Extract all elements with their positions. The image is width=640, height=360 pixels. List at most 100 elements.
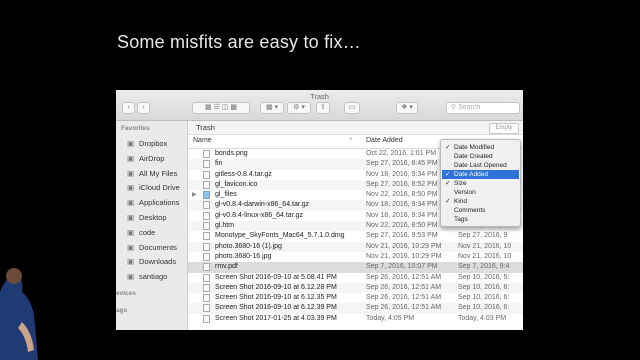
document-icon	[203, 263, 210, 272]
menu-item-label: Version	[454, 189, 476, 196]
file-date: Sep 7, 2016, 10:07 PM	[366, 263, 438, 271]
airdrop-icon: ▣	[126, 153, 135, 163]
column-header-date-added[interactable]: Date Added	[366, 137, 403, 144]
file-date: Nov 22, 2016, 8:50 PM	[366, 222, 438, 230]
file-date: Sep 10, 2016, 6:	[458, 283, 510, 291]
sidebar-item-label: All My Files	[139, 168, 178, 178]
menu-item-tags[interactable]: Tags	[442, 215, 519, 224]
menu-item-size[interactable]: ✓ Size	[442, 179, 519, 188]
sidebar-item-dropbox[interactable]: ▣ Dropbox	[126, 137, 167, 151]
menu-item-label: Kind	[454, 198, 468, 205]
file-date: Today, 4:05 PM	[366, 314, 415, 322]
file-row[interactable]: rmv.pdf Sep 7, 2016, 10:07 PM Sep 7, 2016,…	[188, 262, 523, 273]
sidebar-tags-heading: ags	[116, 307, 128, 314]
file-name: gl-v0.8.4-linux-x86_64.tar.gz	[215, 211, 303, 219]
sidebar-item-label: code	[139, 227, 156, 237]
empty-trash-button[interactable]: Empty	[489, 123, 519, 134]
downloads-icon: ▣	[126, 257, 135, 267]
sidebar-item-documents[interactable]: ▣ Documents	[126, 241, 177, 255]
dropbox-icon: ❖ ▾	[401, 104, 413, 111]
tags-button[interactable]: ▭	[344, 102, 360, 114]
sidebar-item-airdrop[interactable]: ▣ AirDrop	[126, 152, 164, 166]
checkmark-icon: ✓	[445, 144, 451, 151]
grid-icon: ▦ ▾	[265, 104, 279, 111]
menu-item-date-created[interactable]: Date Created	[442, 152, 519, 161]
sidebar-item-label: Dropbox	[139, 139, 168, 148]
disclosure-triangle-icon[interactable]: ▶	[192, 190, 197, 200]
menu-item-label: Date Last Opened	[454, 162, 507, 169]
sort-chevron-icon: ⌃	[348, 138, 354, 145]
sidebar-item-label: Desktop	[139, 213, 167, 222]
checkmark-icon: ✓	[445, 171, 451, 178]
document-icon	[203, 201, 210, 210]
file-name: gl.htm	[215, 222, 235, 230]
file-name: gl-v0.8.4-darwin-x86_64.tar.gz	[215, 201, 310, 209]
folder-icon: ▣	[126, 227, 135, 237]
menu-item-date-last-opened[interactable]: Date Last Opened	[442, 161, 519, 170]
file-name: bonds.png	[215, 150, 248, 157]
menu-item-label: Date Created	[454, 153, 493, 160]
file-name: Monotype_SkyFonts_Mac64_5.7.1.0.dmg	[215, 232, 345, 240]
file-row[interactable]: photo.3680-16.jpg Nov 21, 2016, 10:29 PM N…	[188, 252, 523, 262]
file-name: Screen Shot 2016-09-10 at 6.12.39 PM	[215, 304, 337, 312]
menu-item-label: Comments	[454, 207, 486, 214]
file-name: Screen Shot 2016-09-10 at 5.08.41 PM	[215, 273, 337, 281]
sidebar-item-santiago[interactable]: ▣ santiago	[126, 270, 167, 284]
search-input[interactable]: ⚲ Search	[446, 102, 520, 114]
file-row[interactable]: Screen Shot 2016-09-10 at 6.12.28 PM Sep …	[188, 282, 523, 294]
view-mode-selector[interactable]: ▦ ☰ ◫ ▩	[192, 102, 250, 114]
action-button[interactable]: ⚙ ▾	[287, 102, 311, 114]
file-date: Sep 27, 2016, 9	[458, 232, 508, 240]
desktop-icon: ▣	[126, 213, 135, 222]
home-icon: ▣	[126, 272, 135, 282]
menu-item-date-modified[interactable]: ✓ Date Modified	[442, 143, 519, 152]
all-files-icon: ▣	[126, 168, 135, 178]
column-context-menu: ✓ Date Modified Date Created Date Last Open…	[440, 139, 521, 227]
sidebar-item-applications[interactable]: ▣ Applications	[126, 196, 180, 210]
back-button[interactable]: ‹	[122, 102, 135, 114]
dropbox-icon: ▣	[126, 139, 135, 148]
checkmark-icon: ✓	[445, 180, 451, 187]
path-label: Trash	[196, 123, 215, 132]
sidebar-item-code[interactable]: ▣ code	[126, 226, 155, 240]
menu-item-label: Date Modified	[454, 144, 495, 151]
file-name: gl_favicon.ico	[215, 180, 258, 188]
file-row[interactable]: Screen Shot 2016-09-10 at 6.12.39 PM Sep …	[188, 303, 523, 314]
file-name: gl_files	[215, 191, 237, 199]
menu-item-kind[interactable]: ✓ Kind	[442, 197, 519, 206]
document-icon	[203, 304, 210, 313]
document-icon	[203, 294, 210, 303]
file-row[interactable]: Screen Shot 2017-01-25 at 4.03.39 PM Toda…	[188, 314, 523, 324]
chevron-left-icon: ‹	[127, 104, 130, 111]
chevron-right-icon: ›	[142, 104, 145, 111]
menu-item-comments[interactable]: Comments	[442, 206, 519, 215]
file-row[interactable]: photo.3680-16 (1).jpg Nov 21, 2016, 10:29…	[188, 241, 523, 252]
document-icon	[203, 232, 210, 241]
sidebar-item-label: AirDrop	[139, 153, 165, 163]
share-button[interactable]: ⇧	[316, 102, 330, 114]
dropbox-button[interactable]: ❖ ▾	[396, 102, 418, 114]
document-icon	[203, 160, 210, 169]
sidebar-item-downloads[interactable]: ▣ Downloads	[126, 255, 176, 269]
sidebar-item-desktop[interactable]: ▣ Desktop	[126, 211, 167, 225]
document-icon	[203, 170, 210, 179]
file-row[interactable]: Monotype_SkyFonts_Mac64_5.7.1.0.dmg Sep 2…	[188, 231, 523, 241]
file-name: photo.3680-16.jpg	[215, 252, 272, 260]
sidebar-item-all-my-files[interactable]: ▣ All My Files	[126, 167, 177, 181]
sidebar-favorites-heading: Favorites	[121, 125, 150, 132]
file-date: Sep 26, 2016, 12:51 AM	[366, 304, 442, 312]
window-title: Trash	[310, 92, 329, 101]
file-date: Nov 18, 2016, 9:34 PM	[366, 211, 438, 219]
document-icon	[203, 211, 210, 220]
column-header-name[interactable]: Name	[193, 137, 212, 144]
arrange-button[interactable]: ▦ ▾	[260, 102, 284, 114]
menu-item-date-added[interactable]: ✓ Date Added	[442, 170, 519, 179]
menu-item-version[interactable]: Version	[442, 188, 519, 197]
document-icon	[203, 273, 210, 282]
sidebar-item-label: iCloud Drive	[139, 183, 180, 193]
file-row[interactable]: Screen Shot 2016-09-10 at 6.12.35 PM Sep …	[188, 293, 523, 303]
file-row[interactable]: Screen Shot 2016-09-10 at 5.08.41 PM Sep …	[188, 273, 523, 283]
file-date: Sep 27, 2016, 9:53 PM	[366, 232, 438, 240]
sidebar-item-icloud-drive[interactable]: ▣ iCloud Drive	[126, 181, 180, 195]
forward-button[interactable]: ›	[137, 102, 150, 114]
